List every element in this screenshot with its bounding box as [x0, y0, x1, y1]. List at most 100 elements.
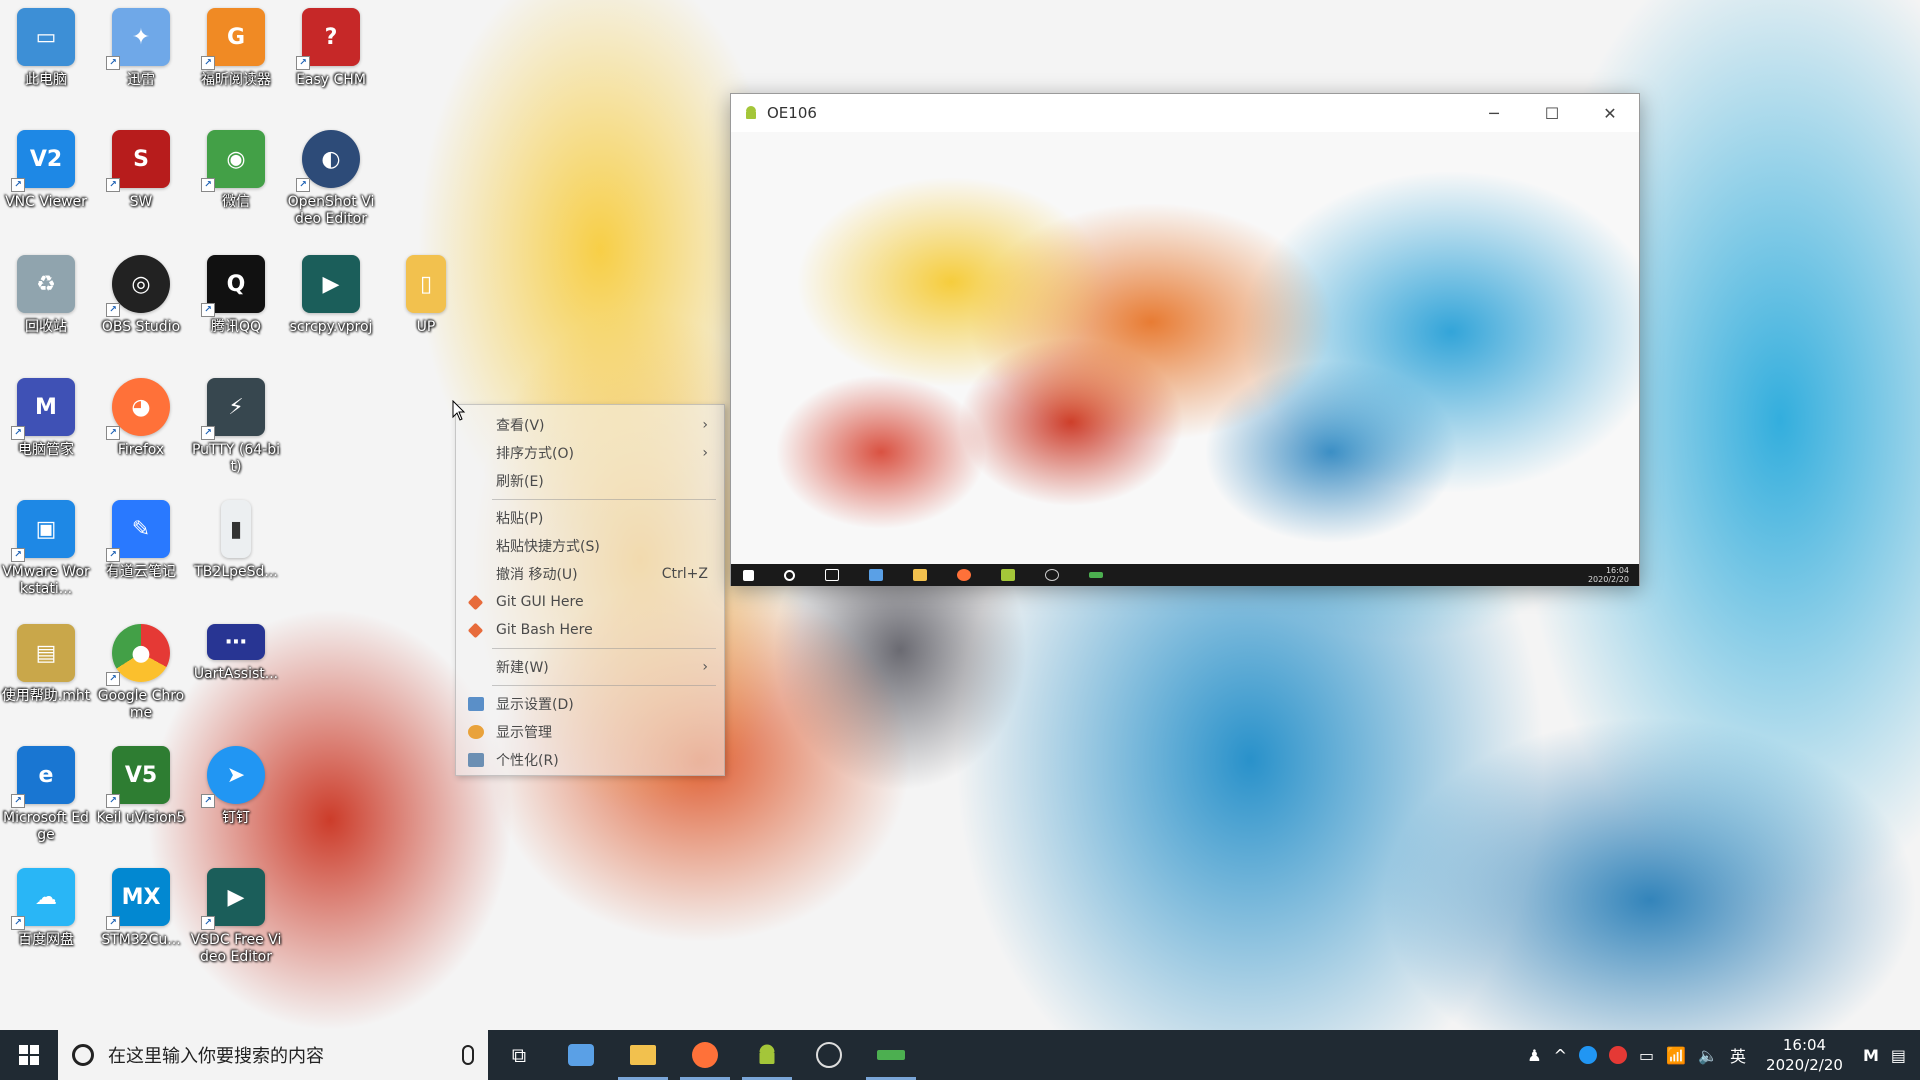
- desktop-icon-easy-chm[interactable]: ? ↗ Easy CHM: [285, 8, 377, 89]
- menu-item-git-gui[interactable]: Git GUI Here: [456, 588, 724, 616]
- task-view-button[interactable]: ⧉: [488, 1030, 550, 1080]
- firefox-icon: [692, 1042, 718, 1068]
- menu-item-git-bash[interactable]: Git Bash Here: [456, 616, 724, 644]
- vnc-icon: V2 ↗: [11, 130, 75, 192]
- menu-item-display-settings[interactable]: 显示设置(D): [456, 690, 724, 718]
- menu-item-refresh[interactable]: 刷新(E): [456, 467, 724, 495]
- menu-item-view[interactable]: 查看(V) ›: [456, 411, 724, 439]
- desktop-icon-openshot[interactable]: ◐ ↗ OpenShot Video Editor: [285, 130, 377, 228]
- menu-item-label: Git GUI Here: [496, 594, 584, 610]
- menu-item-paste-shortcut[interactable]: 粘贴快捷方式(S): [456, 532, 724, 560]
- desktop-icon-wechat[interactable]: ◉ ↗ 微信: [190, 130, 282, 211]
- desktop-icon-tb2lpesd[interactable]: ▮ TB2LpeSd...: [190, 500, 282, 581]
- desktop-icon-label: 微信: [222, 194, 250, 210]
- taskbar-app-firefox[interactable]: [674, 1030, 736, 1080]
- desktop-icon-recycle-bin[interactable]: ♻ 回收站: [0, 255, 92, 336]
- people-icon[interactable]: ♟: [1527, 1046, 1541, 1065]
- desktop-icon-qq[interactable]: Q ↗ 腾讯QQ: [190, 255, 282, 336]
- maximize-button[interactable]: ☐: [1523, 94, 1581, 132]
- desktop-icon-vmware[interactable]: ▣ ↗ VMware Workstati...: [0, 500, 92, 598]
- taskbar-clock[interactable]: 16:04 2020/2/20: [1766, 1035, 1843, 1075]
- desktop-icon-edge[interactable]: e ↗ Microsoft Edge: [0, 746, 92, 844]
- desktop-icon-label: OBS Studio: [101, 319, 181, 335]
- desktop-icon-label: 迅雷: [127, 72, 155, 88]
- mirrored-clock: 16:04 2020/2/20: [1588, 566, 1629, 584]
- desktop-icon-scrcpy-vproj[interactable]: ▶ scrcpy.vproj: [285, 255, 377, 336]
- windows-logo-icon: [743, 569, 754, 581]
- taskbar-app-thunder[interactable]: [550, 1030, 612, 1080]
- desktop-icon-uartassist[interactable]: ⋯ UartAssist...: [190, 624, 282, 683]
- menu-item-label: 粘贴快捷方式(S): [496, 539, 600, 555]
- start-button[interactable]: [0, 1030, 58, 1080]
- firefox-icon: ◕ ↗: [106, 378, 170, 440]
- menu-item-display-manager[interactable]: 显示管理: [456, 718, 724, 746]
- search-icon: [72, 1044, 94, 1066]
- taskbar-app-android[interactable]: [736, 1030, 798, 1080]
- menu-item-personalize[interactable]: 个性化(R): [456, 746, 724, 774]
- desktop-icon-firefox[interactable]: ◕ ↗ Firefox: [95, 378, 187, 459]
- microphone-icon[interactable]: [462, 1045, 474, 1065]
- obs-icon: [816, 1042, 842, 1068]
- notification-center-icon[interactable]: ▤: [1891, 1046, 1906, 1065]
- stm32cube-icon: MX ↗: [106, 868, 170, 930]
- desktop-icon-label: Firefox: [117, 442, 165, 458]
- putty-icon: ⚡ ↗: [201, 378, 265, 440]
- mirrored-clock-date: 2020/2/20: [1587, 575, 1629, 584]
- antivirus-tray-icon[interactable]: [1609, 1046, 1628, 1064]
- wechat-icon: ◉ ↗: [201, 130, 265, 192]
- vsdc-project-icon: ▶: [302, 255, 360, 313]
- desktop-icon-label: 有道云笔记: [106, 564, 176, 580]
- menu-item-undo-move[interactable]: 撤消 移动(U) Ctrl+Z: [456, 560, 724, 588]
- mirrored-taskbar: 16:04 2020/2/20: [731, 564, 1639, 586]
- desktop-icon-putty[interactable]: ⚡ ↗ PuTTY (64-bit): [190, 378, 282, 476]
- desktop-icon-sw[interactable]: S ↗ SW: [95, 130, 187, 211]
- taskbar-app-scrcpy[interactable]: [860, 1030, 922, 1080]
- taskbar-app-file-explorer[interactable]: [612, 1030, 674, 1080]
- desktop-icon-dingtalk[interactable]: ➤ ↗ 钉钉: [190, 746, 282, 827]
- search-input[interactable]: 在这里输入你要搜索的内容: [58, 1030, 488, 1080]
- close-button[interactable]: ✕: [1581, 94, 1639, 132]
- chevron-up-icon[interactable]: ^: [1554, 1046, 1567, 1065]
- thunder-bird-icon: ✦ ↗: [106, 8, 170, 70]
- desktop-icon-this-pc[interactable]: ▭ 此电脑: [0, 8, 92, 89]
- desktop-icon-obs[interactable]: ◎ ↗ OBS Studio: [95, 255, 187, 336]
- desktop-icon-label: UP: [416, 319, 436, 335]
- desktop-icon-pc-manager[interactable]: M ↗ 电脑管家: [0, 378, 92, 459]
- dingtalk-tray-icon[interactable]: [1579, 1046, 1598, 1064]
- desktop-icon-chrome[interactable]: ● ↗ Google Chrome: [95, 624, 187, 722]
- desktop-icon-stm32cube[interactable]: MX ↗ STM32Cu...: [95, 868, 187, 949]
- desktop-icon-vnc-viewer[interactable]: V2 ↗ VNC Viewer: [0, 130, 92, 211]
- menu-item-sort-by[interactable]: 排序方式(O) ›: [456, 439, 724, 467]
- help-book-icon: ? ↗: [296, 8, 360, 70]
- minimize-button[interactable]: ─: [1465, 94, 1523, 132]
- desktop-icon-label: SW: [129, 194, 153, 210]
- menu-separator: [492, 648, 716, 649]
- taskbar-app-obs[interactable]: [798, 1030, 860, 1080]
- menu-item-label: 刷新(E): [496, 474, 544, 490]
- desktop-icon-label: Keil uVision5: [96, 810, 186, 826]
- battery-icon[interactable]: ▭: [1639, 1046, 1654, 1065]
- windows-logo-icon: [19, 1045, 39, 1065]
- mirrored-screen[interactable]: 16:04 2020/2/20: [731, 132, 1639, 586]
- pc-manager-tray-icon[interactable]: M: [1863, 1046, 1879, 1065]
- menu-item-paste[interactable]: 粘贴(P): [456, 504, 724, 532]
- vmware-icon: ▣ ↗: [11, 500, 75, 562]
- desktop-icon-label: UartAssist...: [193, 666, 279, 682]
- volume-icon[interactable]: 🔈: [1698, 1046, 1718, 1065]
- desktop-icon-up-folder[interactable]: ▯ UP: [380, 255, 472, 336]
- window-titlebar[interactable]: OE106 ─ ☐ ✕: [731, 94, 1639, 132]
- desktop-icon-keil[interactable]: V5 ↗ Keil uVision5: [95, 746, 187, 827]
- desktop-icon-baidu-netdisk[interactable]: ☁ ↗ 百度网盘: [0, 868, 92, 949]
- desktop-icon-foxit[interactable]: G ↗ 福昕阅读器: [190, 8, 282, 89]
- menu-item-new[interactable]: 新建(W) ›: [456, 653, 724, 681]
- input-method-indicator[interactable]: 英: [1730, 1043, 1746, 1067]
- network-icon[interactable]: 📶: [1666, 1046, 1686, 1065]
- desktop-icon-help-mht[interactable]: ▤ 使用帮助.mht: [0, 624, 92, 705]
- android-icon: [759, 1044, 775, 1064]
- recycle-bin-icon: ♻: [17, 255, 75, 313]
- desktop-icon-youdao-note[interactable]: ✎ ↗ 有道云笔记: [95, 500, 187, 581]
- desktop-icon-xunlei[interactable]: ✦ ↗ 迅雷: [95, 8, 187, 89]
- pdf-icon: G ↗: [201, 8, 265, 70]
- desktop-icon-vsdc[interactable]: ▶ ↗ VSDC Free Video Editor: [190, 868, 282, 966]
- taskbar: 在这里输入你要搜索的内容 ⧉ ♟ ^ ▭ 📶 🔈 英 16:04 2020/2/: [0, 1030, 1920, 1080]
